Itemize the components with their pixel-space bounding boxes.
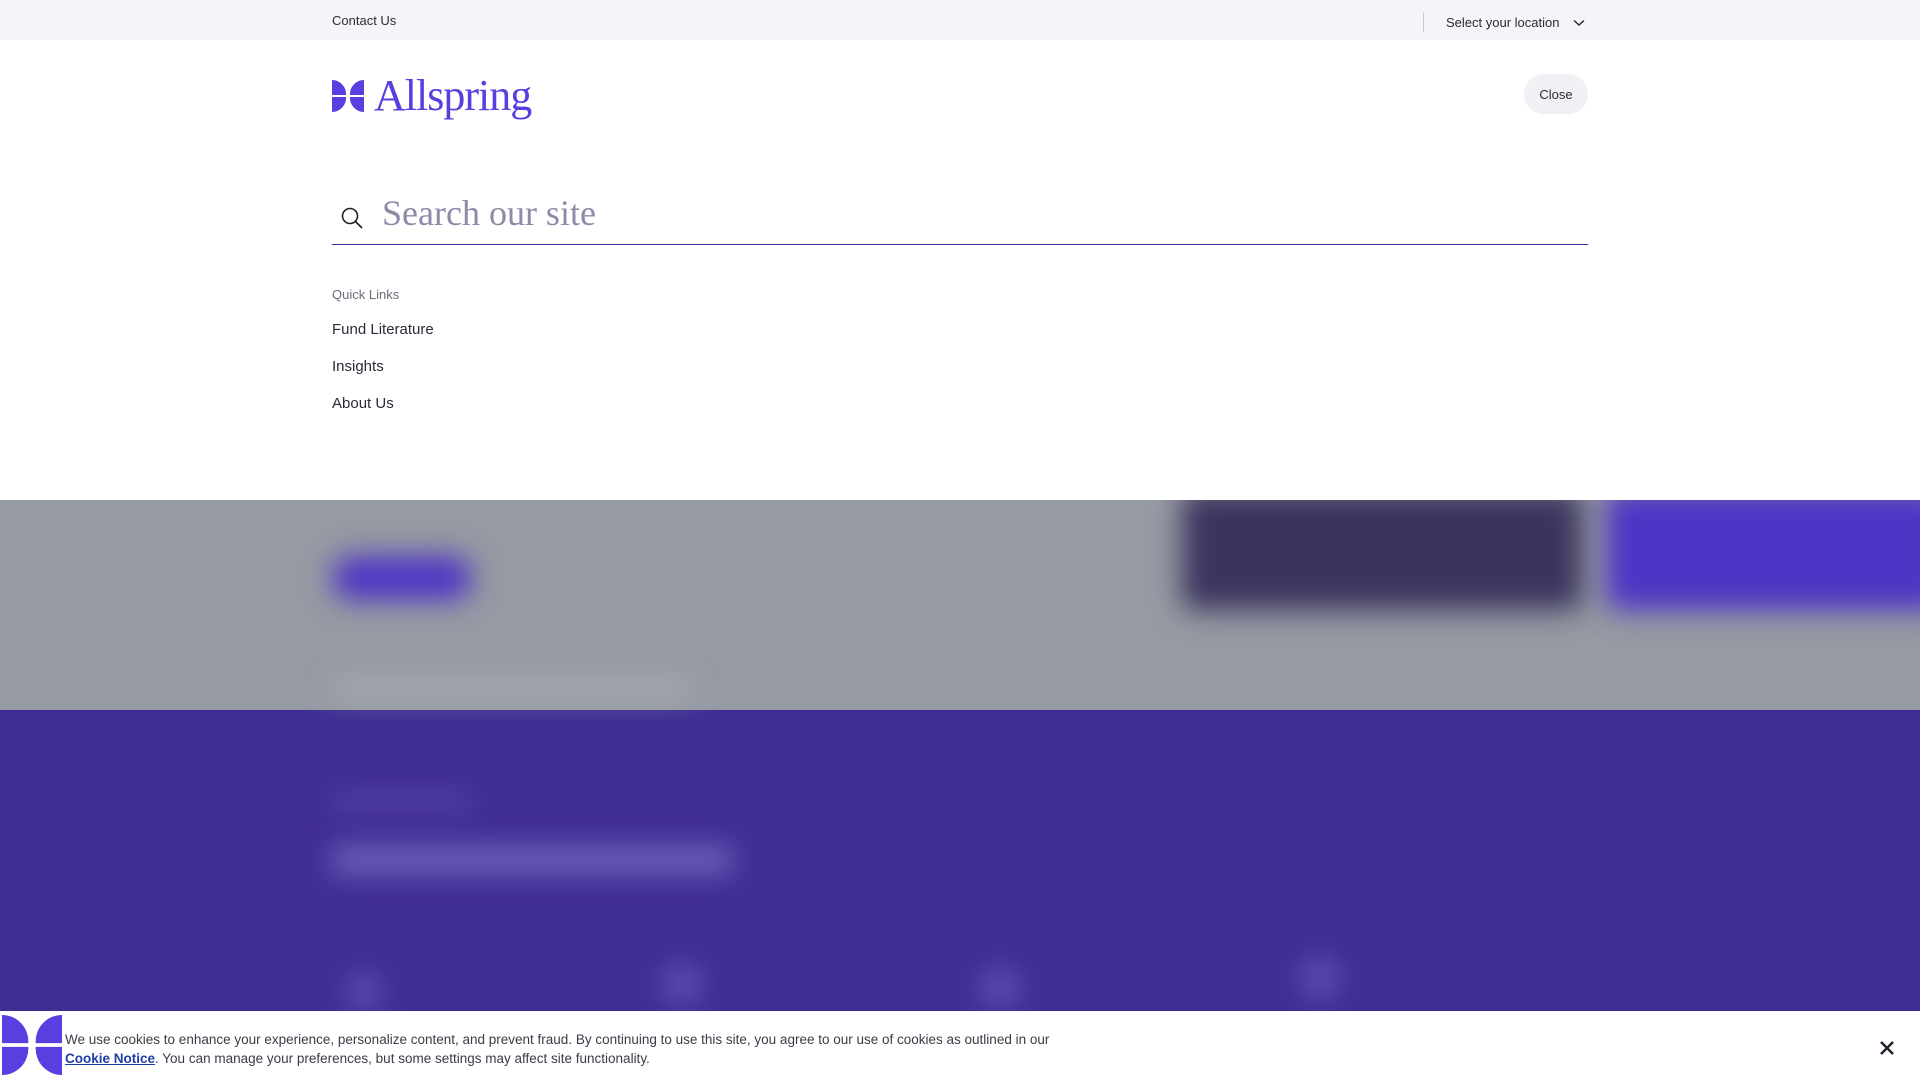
utility-bar: Contact Us Select your location (0, 0, 1920, 40)
quick-links-heading: Quick Links (332, 287, 400, 302)
cookie-notice-link[interactable]: Cookie Notice (65, 1051, 155, 1066)
blurred-card-shape (1606, 500, 1920, 610)
chevron-down-icon (1573, 19, 1585, 26)
quick-link-fund-literature[interactable]: Fund Literature (332, 321, 434, 338)
search-icon[interactable] (340, 206, 364, 230)
cookie-text-part-2: . You can manage your preferences, but s… (155, 1051, 650, 1066)
close-button[interactable]: Close (1524, 74, 1588, 114)
cookie-text-part-1: We use cookies to enhance your experienc… (65, 1032, 1050, 1047)
blurred-tabs-shape (332, 684, 692, 694)
allspring-logo-icon (2, 1015, 62, 1075)
blurred-eyebrow-shape (332, 796, 472, 808)
location-selector-label: Select your location (1446, 15, 1560, 30)
blurred-image-shape (1182, 500, 1582, 610)
close-icon (1880, 1041, 1894, 1055)
blurred-icon-2 (662, 964, 702, 1004)
search-bar (332, 182, 1588, 245)
search-input[interactable] (380, 186, 1564, 240)
contact-us-link[interactable]: Contact Us (332, 13, 396, 28)
blurred-icon-3 (980, 968, 1020, 1008)
blurred-button-shape (332, 556, 472, 600)
quick-link-insights[interactable]: Insights (332, 358, 384, 375)
allspring-logo-icon (332, 80, 364, 112)
blurred-icon-4 (1300, 958, 1340, 998)
quick-link-about-us[interactable]: About Us (332, 395, 394, 412)
logo-wordmark: Allspring (374, 71, 532, 120)
blurred-icon-1 (346, 974, 382, 1010)
cookie-close-button[interactable] (1874, 1035, 1900, 1061)
utility-divider (1423, 12, 1424, 32)
cookie-banner: We use cookies to enhance your experienc… (0, 1011, 1920, 1080)
site-logo[interactable]: Allspring (332, 71, 532, 120)
blurred-heading-shape (332, 846, 732, 874)
cookie-message: We use cookies to enhance your experienc… (65, 1030, 1065, 1068)
location-selector[interactable]: Select your location (1446, 15, 1585, 30)
blurred-page-background (0, 500, 1920, 1080)
